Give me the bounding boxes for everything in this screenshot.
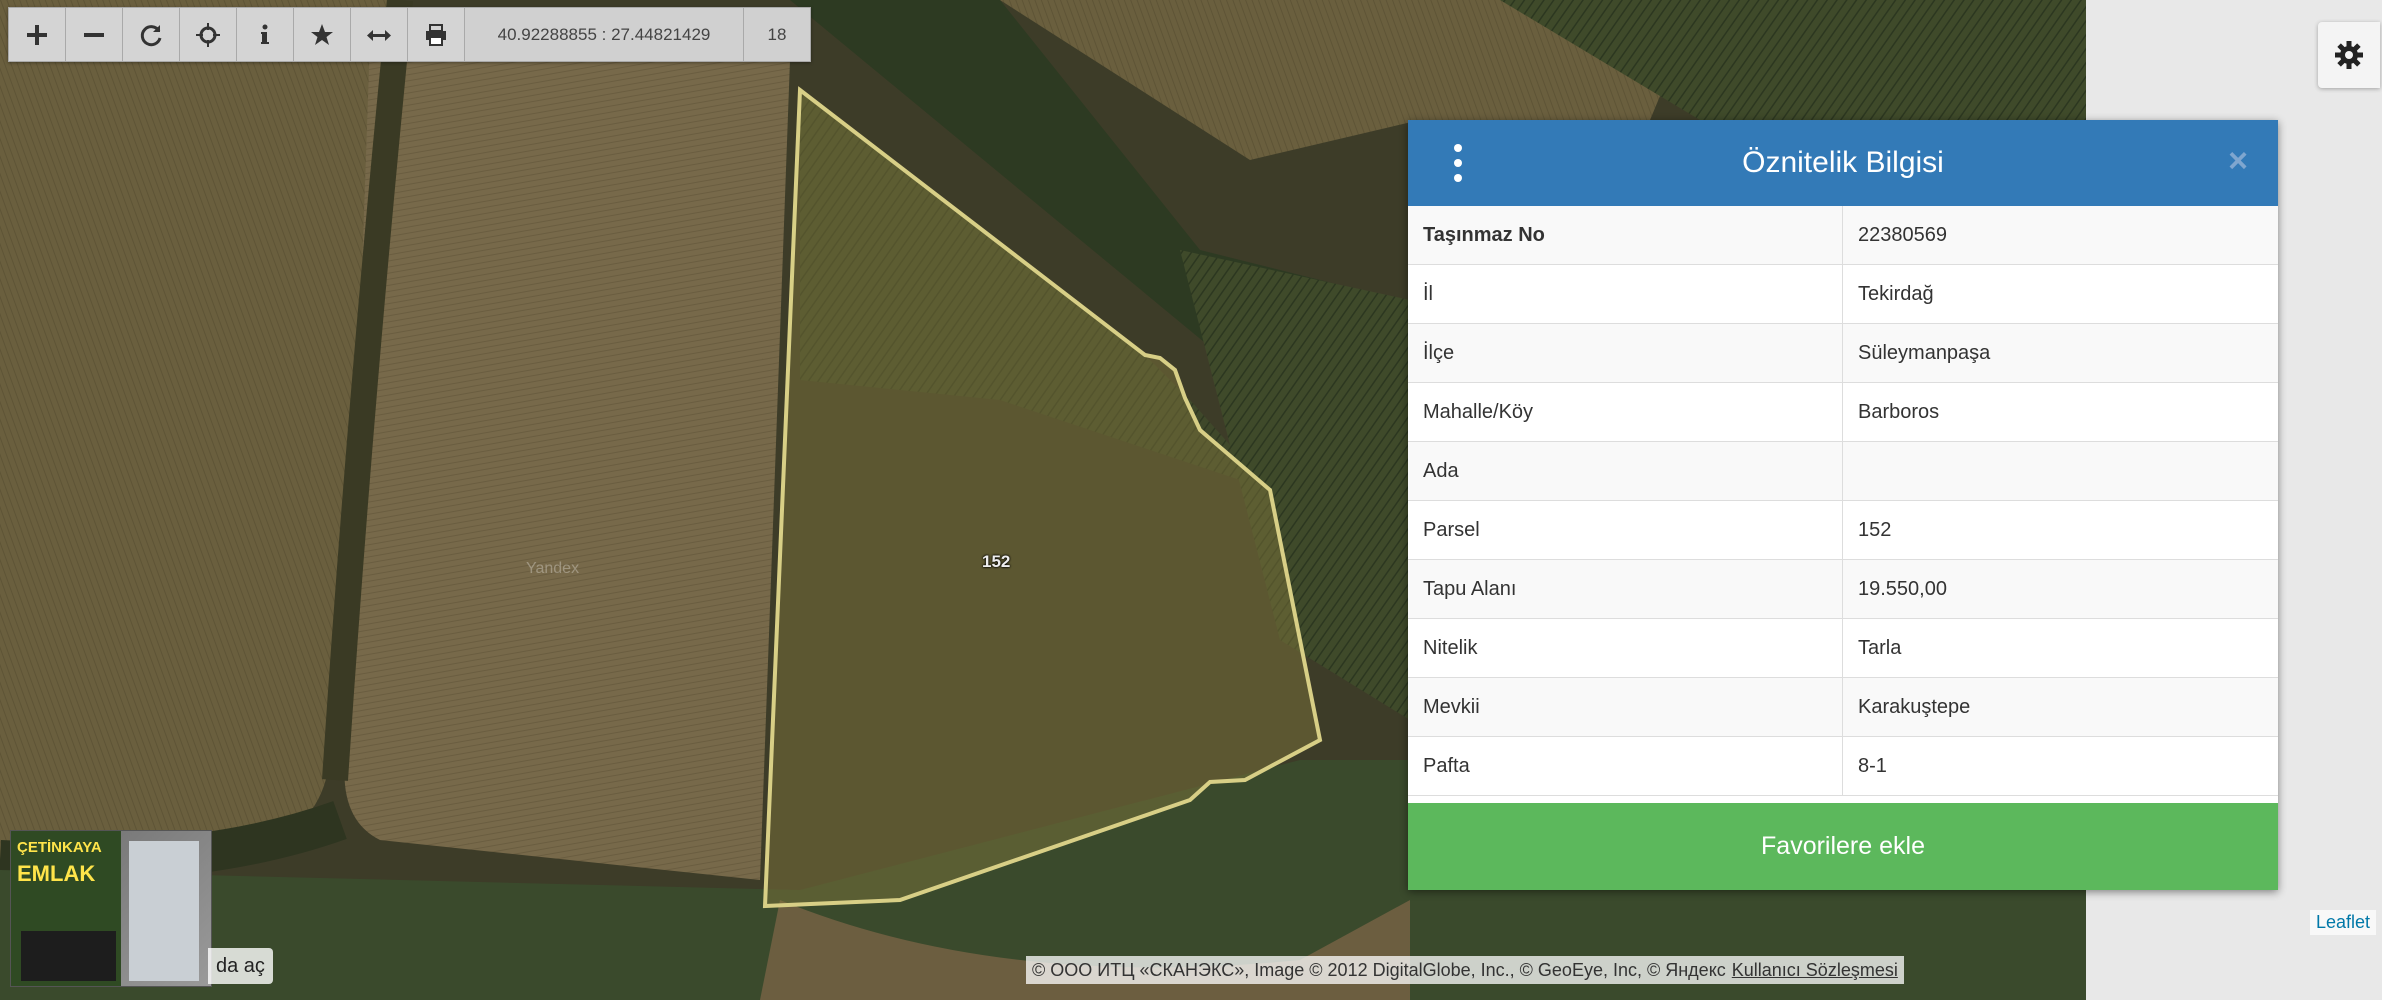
- plus-icon: [27, 24, 47, 45]
- yandex-watermark: Yandex: [526, 560, 580, 577]
- attribute-value: Tarla: [1842, 618, 2278, 678]
- close-icon[interactable]: ×: [2228, 142, 2248, 181]
- table-row: İl Tekirdağ: [1408, 264, 2278, 324]
- locate-button[interactable]: [180, 8, 237, 61]
- map-attribution: © ООО ИТЦ «СКАНЭКС», Image © 2012 Digita…: [1026, 956, 1904, 984]
- app-root: Yandex 152 40.92288855 : 27.44821429 18 …: [0, 0, 2382, 1000]
- attribute-value: Karakuştepe: [1842, 677, 2278, 737]
- attribute-key: Mevkii: [1408, 677, 1843, 737]
- info-button[interactable]: [237, 8, 294, 61]
- attribute-value: [1842, 441, 2278, 501]
- attribute-key: Ada: [1408, 441, 1843, 501]
- print-button[interactable]: [408, 8, 465, 61]
- printer-icon: [426, 23, 446, 46]
- attribution-text: © ООО ИТЦ «СКАНЭКС», Image © 2012 Digita…: [1032, 959, 1726, 980]
- attribute-value: Barboros: [1842, 382, 2278, 442]
- settings-button[interactable]: [2318, 22, 2380, 88]
- ad-open-link[interactable]: da aç: [208, 948, 273, 984]
- table-row: İlçe Süleymanpaşa: [1408, 323, 2278, 383]
- table-row: Ada: [1408, 441, 2278, 501]
- attribute-table: Taşınmaz No 22380569 İl Tekirdağ İlçe Süley…: [1408, 206, 2278, 796]
- more-vertical-icon[interactable]: [1450, 144, 1466, 182]
- attribute-key: Parsel: [1408, 500, 1843, 560]
- refresh-button[interactable]: [123, 8, 180, 61]
- resize-horizontal-icon: [367, 29, 391, 41]
- table-row: Parsel 152: [1408, 500, 2278, 560]
- attribute-value: Süleymanpaşa: [1842, 323, 2278, 383]
- ad-brand-line2: EMLAK: [17, 861, 96, 886]
- attribute-value: 19.550,00: [1842, 559, 2278, 619]
- attribute-value: 8-1: [1842, 736, 2278, 796]
- attribute-key: Nitelik: [1408, 618, 1843, 678]
- favorites-button[interactable]: [294, 8, 351, 61]
- table-row: Pafta 8-1: [1408, 736, 2278, 796]
- coordinate-readout: 40.92288855 : 27.44821429: [465, 8, 744, 61]
- attribute-value: 152: [1842, 500, 2278, 560]
- table-row: Taşınmaz No 22380569: [1408, 206, 2278, 265]
- table-row: Tapu Alanı 19.550,00: [1408, 559, 2278, 619]
- add-to-favorites-button[interactable]: Favorilere ekle: [1408, 803, 2278, 890]
- attribute-key: İlçe: [1408, 323, 1843, 383]
- popup-header: Öznitelik Bilgisi ×: [1408, 120, 2278, 206]
- table-row: Mevkii Karakuştepe: [1408, 677, 2278, 737]
- attribute-value: Tekirdağ: [1842, 264, 2278, 324]
- zoom-level-readout: 18: [744, 8, 810, 61]
- attribute-key: Tapu Alanı: [1408, 559, 1843, 619]
- table-row: Nitelik Tarla: [1408, 618, 2278, 678]
- attribute-value: 22380569: [1842, 206, 2278, 265]
- leaflet-link[interactable]: Leaflet: [2310, 910, 2377, 935]
- terms-of-use-link[interactable]: Kullanıcı Sözleşmesi: [1732, 960, 1898, 981]
- zoom-out-button[interactable]: [66, 8, 123, 61]
- gear-icon: [2335, 41, 2363, 69]
- ad-brand-line1: ÇETİNKAYA: [17, 839, 102, 856]
- map-toolbar: 40.92288855 : 27.44821429 18: [8, 7, 811, 62]
- crosshair-icon: [196, 22, 220, 47]
- attribute-key: İl: [1408, 264, 1843, 324]
- measure-button[interactable]: [351, 8, 408, 61]
- attribute-key: Taşınmaz No: [1408, 206, 1843, 265]
- table-row: Mahalle/Köy Barboros: [1408, 382, 2278, 442]
- attribute-key: Mahalle/Köy: [1408, 382, 1843, 442]
- refresh-icon: [140, 24, 162, 46]
- info-icon: [261, 24, 269, 44]
- star-icon: [311, 23, 333, 45]
- advertisement-image[interactable]: ÇETİNKAYA EMLAK: [10, 830, 212, 987]
- attribute-info-popup: Öznitelik Bilgisi × Taşınmaz No 22380569 …: [1408, 120, 2278, 890]
- minus-icon: [84, 32, 104, 37]
- attribute-key: Pafta: [1408, 736, 1843, 796]
- zoom-in-button[interactable]: [9, 8, 66, 61]
- parcel-number-label[interactable]: 152: [982, 552, 1010, 572]
- popup-title: Öznitelik Bilgisi: [1742, 146, 1944, 179]
